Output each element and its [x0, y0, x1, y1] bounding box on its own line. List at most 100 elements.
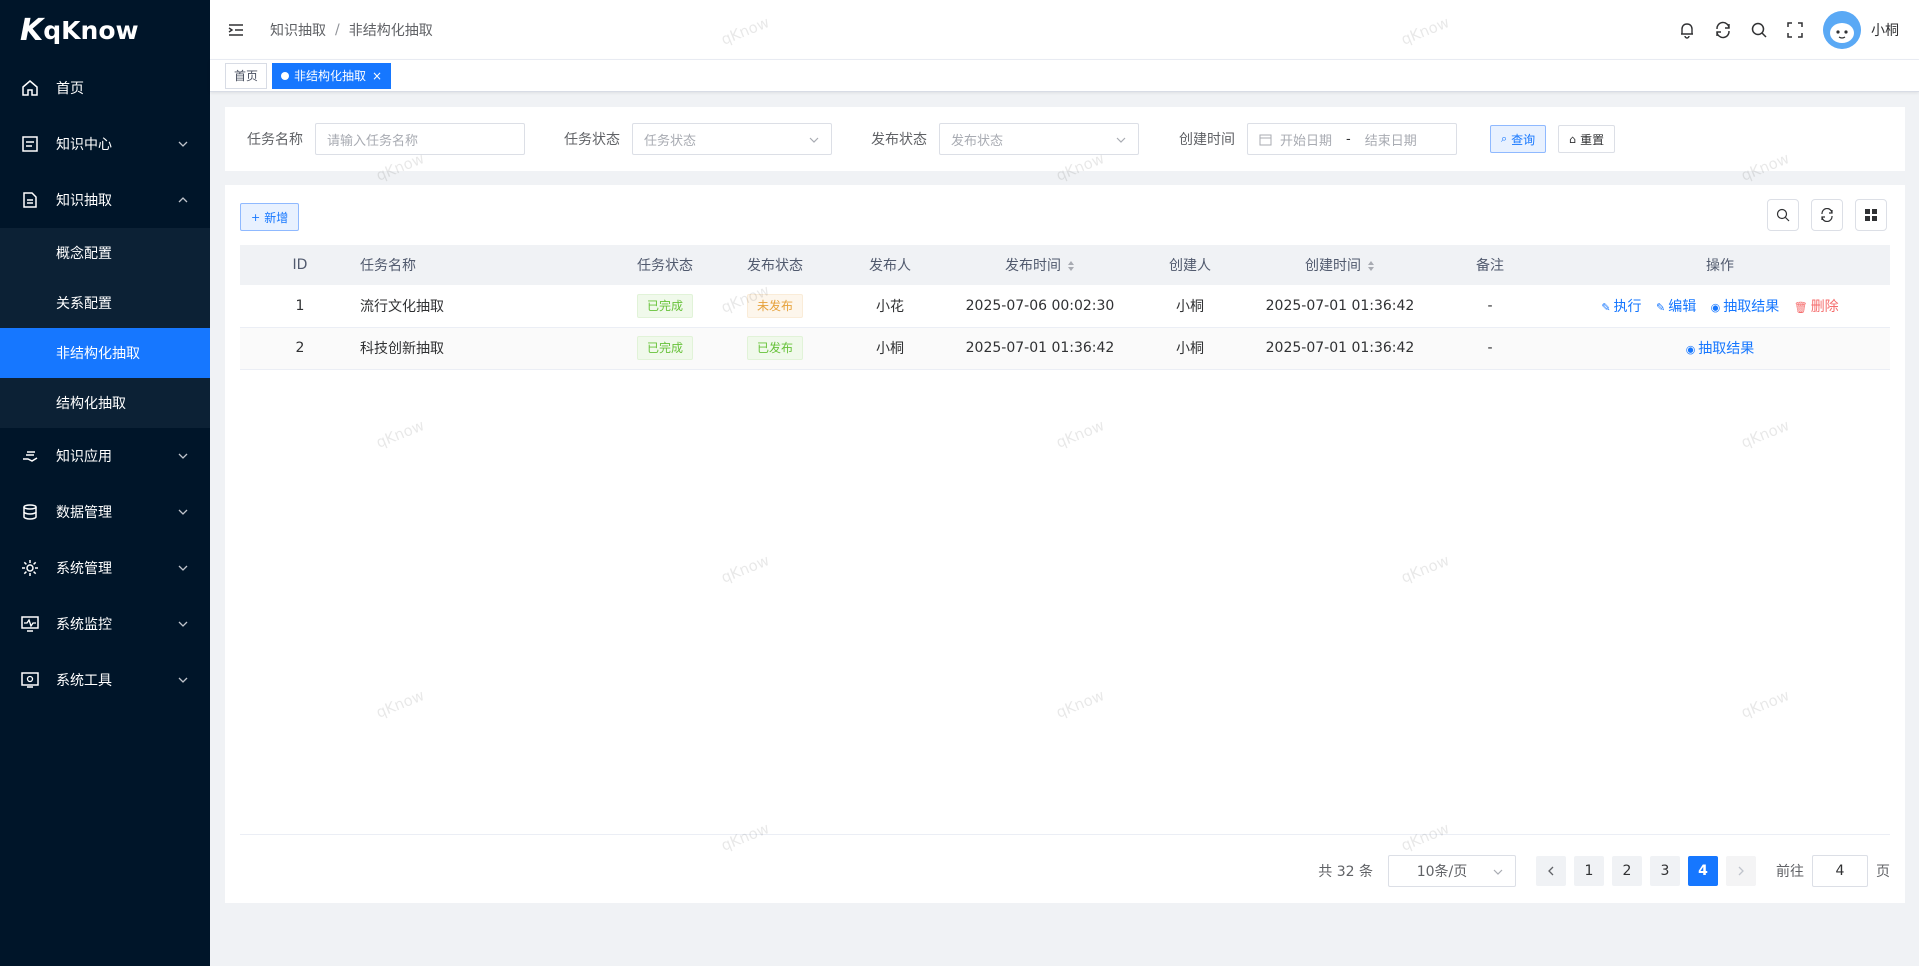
cell-id: 1 [240, 285, 360, 328]
page-button[interactable]: 2 [1612, 856, 1642, 886]
sidebar-item-knowledge-extraction[interactable]: 知识抽取 [0, 172, 210, 228]
status-badge: 未发布 [746, 293, 803, 318]
close-icon[interactable]: × [372, 64, 382, 88]
monitor-icon [20, 614, 40, 634]
database-icon [20, 502, 40, 522]
sort-icon[interactable] [1367, 260, 1375, 272]
tag-label: 非结构化抽取 [294, 68, 367, 83]
column-header: 创建人 [1130, 245, 1250, 285]
avatar[interactable] [1823, 11, 1861, 49]
sidebar-item-system-management[interactable]: 系统管理 [0, 540, 210, 596]
column-header-sortable[interactable]: 创建时间 [1250, 245, 1430, 285]
next-page-button[interactable] [1726, 856, 1756, 886]
eye-icon: ◉ [1685, 343, 1696, 356]
status-badge: 已完成 [636, 293, 693, 318]
trash-icon: 🗑 [1793, 300, 1808, 314]
sidebar-item-system-tools[interactable]: 系统工具 [0, 652, 210, 708]
status-badge: 已发布 [746, 336, 803, 360]
chevron-down-icon [1493, 869, 1503, 875]
search-icon[interactable] [1749, 20, 1769, 40]
chevron-down-icon [178, 565, 188, 571]
submenu-knowledge-extraction: 概念配置 关系配置 非结构化抽取 结构化抽取 [0, 228, 210, 428]
chevron-down-icon [1116, 137, 1126, 143]
tag-label: 首页 [234, 68, 259, 83]
reset-button-label: 重置 [1580, 132, 1605, 147]
columns-button[interactable] [1855, 199, 1887, 231]
fullscreen-icon[interactable] [1785, 20, 1805, 40]
status-badge: 已完成 [636, 336, 693, 360]
task-status-select[interactable]: 任务状态 [632, 123, 832, 155]
prev-page-button[interactable] [1536, 856, 1566, 886]
sidebar-item-label: 关系配置 [56, 296, 112, 312]
sidebar-item-label: 首页 [56, 81, 84, 97]
refresh-icon[interactable] [1713, 20, 1733, 40]
sidebar-item-knowledge-application[interactable]: 知识应用 [0, 428, 210, 484]
username[interactable]: 小桐 [1871, 20, 1899, 40]
sort-icon[interactable] [1067, 260, 1075, 272]
sidebar-item-system-monitor[interactable]: 系统监控 [0, 596, 210, 652]
query-button[interactable]: ⌕ 查询 [1490, 125, 1547, 153]
cell-name: 流行文化抽取 [360, 285, 610, 328]
chevron-left-icon [1548, 866, 1554, 876]
edit-icon: ✎ [1601, 300, 1611, 314]
add-button[interactable]: + 新增 [240, 203, 300, 231]
query-button-label: 查询 [1511, 132, 1536, 147]
toggle-search-button[interactable] [1767, 199, 1799, 231]
column-header-label: 创建时间 [1305, 258, 1361, 274]
page-button[interactable]: 1 [1574, 856, 1604, 886]
sidebar-item-concept-config[interactable]: 概念配置 [0, 228, 210, 278]
sidebar-item-structured-extraction[interactable]: 结构化抽取 [0, 378, 210, 428]
end-date-placeholder[interactable]: 结束日期 [1365, 130, 1417, 149]
breadcrumb-current: 非结构化抽取 [348, 22, 433, 39]
start-date-placeholder[interactable]: 开始日期 [1280, 130, 1332, 149]
edit-button[interactable]: ✎ 编辑 [1656, 299, 1696, 315]
home-icon [20, 78, 40, 98]
tag-home[interactable]: 首页 [225, 62, 268, 89]
execute-button[interactable]: ✎ 执行 [1601, 299, 1641, 315]
column-header: 操作 [1550, 245, 1890, 285]
page-button-current[interactable]: 4 [1688, 856, 1718, 886]
result-button[interactable]: ◉ 抽取结果 [1686, 341, 1755, 357]
breadcrumb-item[interactable]: 知识抽取 [270, 20, 326, 40]
gear-icon [20, 558, 40, 578]
task-name-label: 任务名称 [247, 132, 303, 148]
column-header: ID [240, 245, 360, 285]
table-header-row: ID 任务名称 任务状态 发布状态 发布人 发布时间 创建人 创建时间 备注 操… [240, 245, 1890, 285]
sidebar-item-label: 知识中心 [56, 137, 112, 153]
result-button[interactable]: ◉ 抽取结果 [1711, 299, 1780, 315]
cell-actions: ◉ 抽取结果 [1550, 327, 1890, 370]
refresh-table-button[interactable] [1811, 199, 1843, 231]
page-button[interactable]: 3 [1650, 856, 1680, 886]
tag-unstructured-extraction[interactable]: 非结构化抽取 × [272, 62, 392, 89]
cell-publish-status: 未发布 [720, 285, 830, 328]
page-suffix: 页 [1876, 864, 1890, 880]
sidebar-item-label: 知识应用 [56, 449, 112, 465]
sidebar-item-data-management[interactable]: 数据管理 [0, 484, 210, 540]
bell-icon[interactable] [1677, 20, 1697, 40]
reset-button[interactable]: ⌂ 重置 [1558, 125, 1616, 153]
column-header-sortable[interactable]: 发布时间 [950, 245, 1130, 285]
sidebar-item-relation-config[interactable]: 关系配置 [0, 278, 210, 328]
page-size-select[interactable]: 10条/页 [1388, 855, 1516, 887]
cell-remark: - [1430, 327, 1550, 370]
sidebar-item-knowledge-center[interactable]: 知识中心 [0, 116, 210, 172]
date-range-picker[interactable]: 开始日期 - 结束日期 [1247, 123, 1457, 155]
sidebar-item-home[interactable]: 首页 [0, 60, 210, 116]
column-header: 任务状态 [610, 245, 720, 285]
page-size-value: 10条/页 [1416, 864, 1468, 880]
add-button-label: 新增 [264, 210, 289, 225]
sidebar-item-label: 概念配置 [56, 246, 112, 262]
created-time-label: 创建时间 [1179, 132, 1235, 148]
breadcrumb: 知识抽取 / 非结构化抽取 [270, 20, 433, 40]
goto-page-input[interactable]: 4 [1812, 855, 1868, 887]
sidebar-item-unstructured-extraction[interactable]: 非结构化抽取 [0, 328, 210, 378]
task-name-input[interactable]: 请输入任务名称 [315, 123, 525, 155]
publish-status-select[interactable]: 发布状态 [939, 123, 1139, 155]
cell-task-status: 已完成 [610, 285, 720, 328]
menu-toggle-icon[interactable] [226, 20, 246, 40]
cell-actions: ✎ 执行 ✎ 编辑 ◉ 抽取结果 🗑 删除 [1550, 285, 1890, 328]
cell-created-time: 2025-07-01 01:36:42 [1250, 327, 1430, 370]
sidebar-item-label: 知识抽取 [56, 193, 112, 209]
sidebar-item-label: 系统监控 [56, 617, 112, 633]
delete-button[interactable]: 🗑 删除 [1794, 299, 1839, 315]
